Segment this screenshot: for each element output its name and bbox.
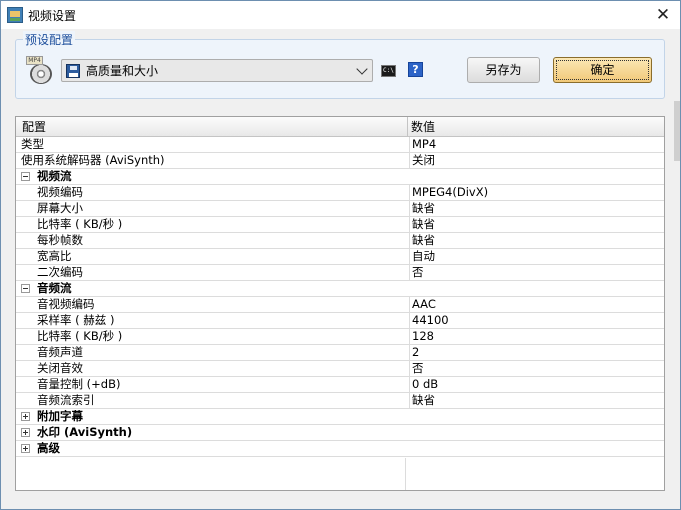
film-reel-icon	[30, 64, 52, 84]
row-value[interactable]: MPEG4(DivX)	[409, 185, 664, 200]
app-icon	[7, 7, 23, 23]
row-name: 屏幕大小	[37, 201, 83, 215]
table-row[interactable]: 关闭音效 否	[16, 361, 664, 377]
group-label: 音频流	[37, 281, 72, 295]
column-header-value[interactable]: 数值	[411, 117, 435, 137]
preset-selected-value: 高质量和大小	[86, 64, 159, 78]
row-value[interactable]: 128	[409, 329, 664, 344]
row-name: 比特率 ( KB/秒 )	[37, 217, 123, 231]
table-row[interactable]: 比特率 ( KB/秒 ) 128	[16, 329, 664, 345]
grid-header: 配置 数值	[16, 117, 664, 137]
chevron-down-icon[interactable]	[356, 63, 368, 75]
table-row[interactable]: 音频声道 2	[16, 345, 664, 361]
group-label: 高级	[37, 441, 60, 455]
expand-icon[interactable]	[21, 428, 30, 437]
row-name: 视频编码	[37, 185, 83, 199]
command-line-icon[interactable]: C:\	[381, 65, 396, 77]
row-value[interactable]: 0 dB	[409, 377, 664, 392]
window-title: 视频设置	[28, 9, 77, 23]
row-name: 采样率 ( 赫兹 )	[37, 313, 115, 327]
row-value[interactable]: 缺省	[409, 217, 664, 232]
row-value[interactable]: 否	[409, 265, 664, 280]
row-name: 音视频编码	[37, 297, 95, 311]
table-row[interactable]: 音视频编码 AAC	[16, 297, 664, 313]
collapse-icon[interactable]	[21, 284, 30, 293]
row-name: 二次编码	[37, 265, 83, 279]
group-row-subtitles[interactable]: 附加字幕	[16, 409, 664, 425]
row-value[interactable]: 缺省	[409, 201, 664, 216]
table-row[interactable]: 屏幕大小 缺省	[16, 201, 664, 217]
table-row[interactable]: 视频编码 MPEG4(DivX)	[16, 185, 664, 201]
row-name: 使用系统解码器 (AviSynth)	[21, 153, 165, 167]
table-row[interactable]: 类型 MP4	[16, 137, 664, 153]
row-value[interactable]: 缺省	[409, 233, 664, 248]
row-value[interactable]: 否	[409, 361, 664, 376]
row-value[interactable]: AAC	[409, 297, 664, 312]
column-separator[interactable]	[407, 117, 408, 137]
group-label: 水印 (AviSynth)	[37, 425, 133, 439]
row-value[interactable]: 关闭	[409, 153, 664, 168]
table-row[interactable]: 采样率 ( 赫兹 ) 44100	[16, 313, 664, 329]
group-row-advanced[interactable]: 高级	[16, 441, 664, 457]
table-row[interactable]: 使用系统解码器 (AviSynth) 关闭	[16, 153, 664, 169]
save-as-button[interactable]: 另存为	[467, 57, 540, 83]
row-name: 音频流索引	[37, 393, 95, 407]
settings-property-grid: 配置 数值 类型 MP4 使用系统解码器 (AviSynth) 关闭 视频流 视…	[15, 116, 665, 491]
table-row[interactable]: 音量控制 (+dB) 0 dB	[16, 377, 664, 393]
row-value[interactable]: 缺省	[409, 393, 664, 408]
column-divider	[405, 458, 406, 490]
help-icon[interactable]: ?	[408, 62, 423, 77]
row-name: 关闭音效	[37, 361, 83, 375]
mp4-format-icon: MP4	[26, 56, 52, 86]
row-name: 比特率 ( KB/秒 )	[37, 329, 123, 343]
row-value[interactable]: 自动	[409, 249, 664, 264]
grid-rows: 类型 MP4 使用系统解码器 (AviSynth) 关闭 视频流 视频编码 MP…	[16, 137, 664, 457]
collapse-icon[interactable]	[21, 172, 30, 181]
group-row-video-stream[interactable]: 视频流	[16, 169, 664, 185]
ok-button[interactable]: 确定	[553, 57, 652, 83]
grid-empty-area	[16, 458, 664, 490]
floppy-disk-icon	[66, 63, 80, 78]
expand-icon[interactable]	[21, 444, 30, 453]
table-row[interactable]: 二次编码 否	[16, 265, 664, 281]
column-header-config[interactable]: 配置	[22, 117, 46, 137]
mp4-tag: MP4	[26, 56, 43, 65]
row-name: 每秒帧数	[37, 233, 83, 247]
background-window-edge	[674, 101, 680, 161]
row-value[interactable]: 44100	[409, 313, 664, 328]
video-settings-dialog: 视频设置 ✕ 预设配置 MP4 高质量和大小 C:\ ? 另存为 确定 配置 数…	[0, 0, 681, 510]
table-row[interactable]: 宽高比 自动	[16, 249, 664, 265]
preset-dropdown[interactable]: 高质量和大小	[61, 59, 373, 82]
group-row-audio-stream[interactable]: 音频流	[16, 281, 664, 297]
group-label: 附加字幕	[37, 409, 83, 423]
row-name: 音频声道	[37, 345, 83, 359]
row-name: 宽高比	[37, 249, 72, 263]
table-row[interactable]: 每秒帧数 缺省	[16, 233, 664, 249]
row-name: 音量控制 (+dB)	[37, 377, 121, 391]
row-value[interactable]: 2	[409, 345, 664, 360]
group-label: 视频流	[37, 169, 72, 183]
group-row-watermark[interactable]: 水印 (AviSynth)	[16, 425, 664, 441]
close-icon[interactable]: ✕	[646, 1, 680, 29]
row-value[interactable]: MP4	[409, 137, 664, 152]
table-row[interactable]: 音频流索引 缺省	[16, 393, 664, 409]
preset-legend: 预设配置	[23, 31, 76, 48]
table-row[interactable]: 比特率 ( KB/秒 ) 缺省	[16, 217, 664, 233]
preset-group: 预设配置 MP4 高质量和大小 C:\ ? 另存为 确定	[15, 31, 665, 99]
title-bar: 视频设置 ✕	[1, 1, 680, 29]
expand-icon[interactable]	[21, 412, 30, 421]
row-name: 类型	[21, 137, 44, 151]
